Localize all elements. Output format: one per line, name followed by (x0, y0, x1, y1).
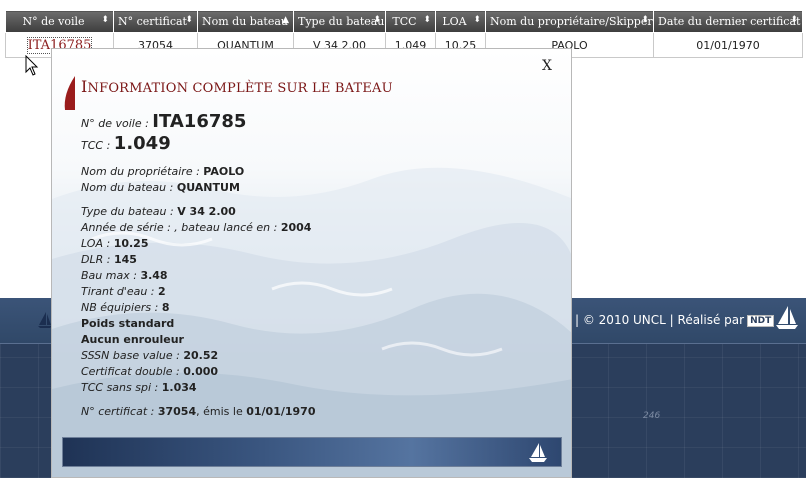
sort-ascending-icon[interactable]: ▲ (282, 15, 289, 25)
info-weight: Poids standard (81, 317, 175, 330)
info-sail-number: N° de voile : ITA16785 (81, 111, 247, 132)
info-draft: Tirant d'eau : 2 (81, 285, 166, 298)
info-sssn: SSSN base value : 20.52 (81, 349, 219, 362)
footer-credit: | © 2010 UNCL | Réalisé par NDT (575, 313, 775, 327)
close-icon[interactable]: X (542, 58, 552, 74)
info-double-certificate: Certificat double : 0.000 (81, 365, 219, 378)
sort-icon[interactable]: ⬍ (790, 15, 798, 25)
info-loa: LOA : 10.25 (81, 237, 149, 250)
info-year: Année de série : , bateau lancé en : 200… (81, 221, 312, 234)
modal-bottom-banner (62, 437, 562, 467)
info-boat-type: Type du bateau : V 34 2.00 (81, 205, 236, 218)
info-beam: Bau max : 3.48 (81, 269, 168, 282)
sort-icon[interactable]: ⬍ (641, 15, 649, 25)
info-certificate: N° certificat : 37054, émis le 01/01/197… (81, 405, 316, 418)
info-tcc: TCC : 1.049 (81, 133, 171, 154)
info-furler: Aucun enrouleur (81, 333, 184, 346)
modal-title-text: NFORMATION COMPLÈTE SUR LE BATEAU (87, 81, 393, 96)
info-boat-name: Nom du bateau : QUANTUM (81, 181, 240, 194)
col-header-loa[interactable]: LOA ⬍ (435, 10, 486, 33)
col-header-sail-number[interactable]: N° de voile ⬍ (5, 10, 114, 33)
col-header-certificate[interactable]: N° certificat ⬍ (113, 10, 198, 33)
info-dlr: DLR : 145 (81, 253, 137, 266)
col-header-label: N° de voile (22, 15, 85, 28)
col-header-tcc[interactable]: TCC ⬍ (385, 10, 436, 33)
sort-icon[interactable]: ⬍ (185, 15, 193, 25)
col-header-owner[interactable]: Nom du propriétaire/Skipper ⬍ (485, 10, 654, 33)
col-header-label: TCC (392, 15, 417, 28)
col-header-label: Date du dernier certificat (658, 15, 801, 28)
boat-info-modal: X INFORMATION COMPLÈTE SUR LE BATEAU N° … (51, 48, 572, 478)
cell-date: 01/01/1970 (653, 32, 803, 58)
sort-icon[interactable]: ⬍ (423, 15, 431, 25)
ndt-logo[interactable]: NDT (747, 315, 775, 327)
chart-depth-label: 246 (643, 411, 661, 421)
col-header-boat-type[interactable]: Type du bateau ⬍ (293, 10, 386, 33)
col-header-label: Type du bateau (298, 15, 385, 28)
cursor-icon (25, 54, 39, 81)
boat-info-details: N° de voile : ITA16785 TCC : 1.049 Nom d… (81, 112, 541, 420)
col-header-label: Nom du propriétaire/Skipper (490, 15, 653, 28)
table-header-row: N° de voile ⬍ N° certificat ⬍ Nom du batea… (5, 10, 803, 33)
sort-icon[interactable]: ⬍ (101, 15, 109, 25)
info-owner: Nom du propriétaire : PAOLO (81, 165, 245, 178)
col-header-label: LOA (442, 15, 467, 28)
col-header-date[interactable]: Date du dernier certificat ⬍ (653, 10, 803, 33)
modal-title: INFORMATION COMPLÈTE SUR LE BATEAU (81, 77, 393, 96)
tcc-value: 1.049 (113, 133, 171, 154)
info-tcc-no-spi: TCC sans spi : 1.034 (81, 381, 197, 394)
sail-icon (38, 312, 52, 332)
sail-icon (529, 443, 547, 467)
copyright-text: | © 2010 UNCL | Réalisé par (575, 313, 745, 327)
sort-icon[interactable]: ⬍ (373, 15, 381, 25)
col-header-boat-name[interactable]: Nom du bateau ▲ (197, 10, 294, 33)
sail-icon (63, 76, 77, 116)
sail-icon (776, 306, 798, 334)
col-header-label: N° certificat (118, 15, 187, 28)
sail-number-value: ITA16785 (152, 111, 247, 132)
col-header-label: Nom du bateau (202, 15, 288, 28)
sort-icon[interactable]: ⬍ (473, 15, 481, 25)
info-crew: NB équipiers : 8 (81, 301, 170, 314)
